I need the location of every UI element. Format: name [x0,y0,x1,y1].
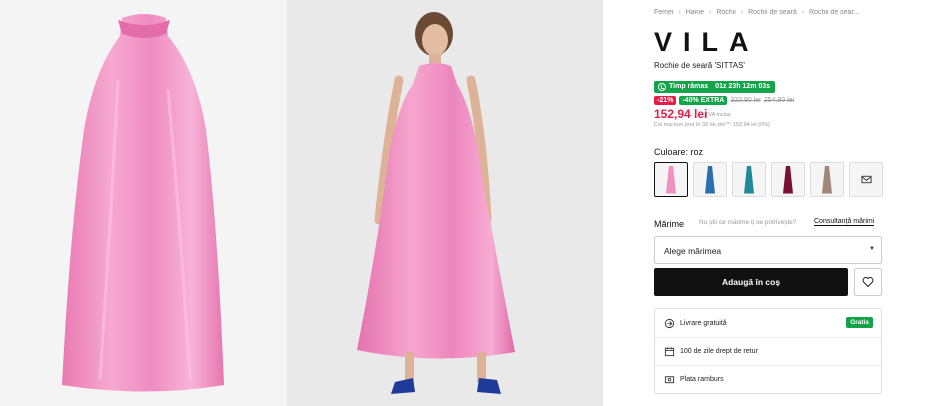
dress-thumbnail [705,165,715,194]
size-label: Mărime [654,219,685,229]
free-badge: Gratis [846,317,873,328]
color-swatch-roz[interactable] [654,162,688,197]
notify-color-button[interactable] [849,162,883,197]
product-image-packshot[interactable] [0,0,287,406]
model-wearing-dress [357,12,515,394]
info-text-returns: 100 de zile drept de retur [680,348,758,355]
dress-thumbnail [783,165,793,194]
breadcrumb-item-rochii[interactable]: Rochii [716,9,735,16]
chevron-right-icon: › [678,9,681,16]
info-text-delivery: Livrare gratuită [680,319,727,327]
brand-logo[interactable]: VILA [654,27,760,58]
previous-price: 254,90 lei [763,97,795,104]
breadcrumb-item-femei[interactable]: Femei [654,9,673,16]
breadcrumb-item-current[interactable]: Rochii de sear... [809,9,859,16]
size-select[interactable]: Alege mărimea ▼ [654,236,882,264]
cash-icon [664,376,675,384]
lowest-price-note: Cel mai bun preț în 30 de zile**: 152,94… [654,122,770,128]
vat-note: TVA inclus [705,112,731,118]
color-swatches [654,162,883,197]
delivery-icon [664,318,675,328]
chevron-right-icon: › [709,9,712,16]
timer-value: 01z 23h 12m 03s [715,83,771,90]
chevron-down-icon: ▼ [869,246,875,252]
breadcrumb-item-haine[interactable]: Haine [686,9,704,16]
pink-dress-packshot [62,14,224,392]
chevron-right-icon: › [740,9,744,16]
extra-discount-badge: -40% EXTRA [679,96,728,105]
color-swatch-bordo[interactable] [771,162,805,197]
info-row-returns: 100 de zile drept de retur [655,337,881,365]
info-row-delivery: Livrare gratuită Gratis [655,309,881,337]
size-select-value: Alege mărimea [664,246,722,256]
discount-badge: -21% [654,96,677,105]
heart-icon [862,277,874,288]
product-image-model[interactable] [287,0,603,406]
clock-icon [658,83,666,91]
color-swatch-petrol[interactable] [732,162,766,197]
add-to-cart-button[interactable]: Adaugă în coș [654,268,848,296]
countdown-badge: Timp rămas 01z 23h 12m 03s [654,81,776,93]
breadcrumb: Femei › Haine › Rochii › Rochii de seară › R… [654,9,886,16]
info-row-payment: Plata ramburs [655,365,881,393]
dress-thumbnail [666,165,676,194]
product-details-panel: Femei › Haine › Rochii › Rochii de seară › R… [654,0,884,406]
size-question: Nu știi ce mărime ți se potrivește? [699,219,797,226]
current-price: 152,94 lei [654,107,708,121]
delivery-info-box: Livrare gratuită Gratis 100 de zile drep… [654,308,882,394]
color-swatch-taupe[interactable] [810,162,844,197]
product-title: Rochie de seară 'SITTAS' [654,61,745,70]
timer-label: Timp rămas [669,83,709,90]
wishlist-button[interactable] [854,268,882,296]
dress-thumbnail [822,165,832,194]
mail-icon [860,175,872,184]
color-label: Culoare: roz [654,147,704,157]
info-text-payment: Plata ramburs [680,376,724,383]
dress-thumbnail [744,165,754,194]
chevron-right-icon: › [801,9,805,16]
calendar-icon [664,347,675,357]
breadcrumb-item-rochii-de-seara[interactable]: Rochii de seară [748,9,797,16]
size-advice-link[interactable]: Consultanță mărimi [814,218,875,226]
color-swatch-albastru[interactable] [693,162,727,197]
discount-row: -21% -40% EXTRA 322,90 lei 254,90 lei [654,96,794,105]
original-price: 322,90 lei [730,97,761,104]
